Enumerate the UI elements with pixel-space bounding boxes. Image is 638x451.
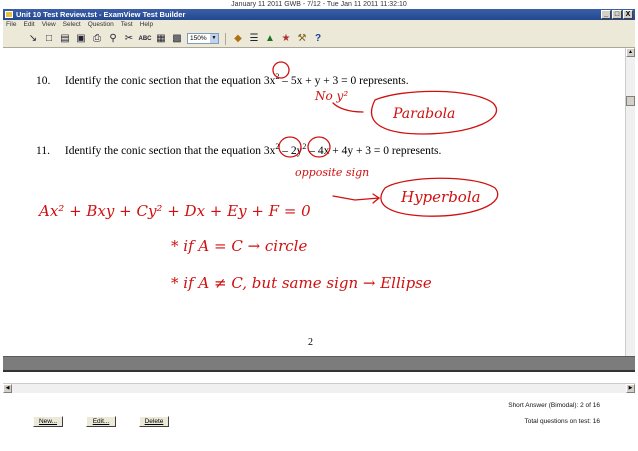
menu-help[interactable]: Help bbox=[140, 20, 153, 30]
toolbar-separator bbox=[225, 32, 226, 45]
question-type-status: Short Answer (Bimodal): 2 of 16 bbox=[508, 402, 600, 409]
window-titlebar[interactable]: Unit 10 Test Review.tst - ExamView Test … bbox=[3, 9, 635, 20]
print-icon[interactable]: ⎙ bbox=[91, 33, 103, 45]
circle-mark bbox=[278, 136, 302, 158]
zoom-select[interactable]: 150% ▼ bbox=[187, 33, 219, 44]
open-icon[interactable]: ▤ bbox=[59, 33, 71, 45]
edit-button[interactable]: Edit... bbox=[86, 416, 116, 427]
vertical-scrollbar[interactable]: ▲ bbox=[625, 48, 635, 356]
arrow-mark bbox=[332, 195, 380, 201]
sort-icon[interactable]: ▲ bbox=[264, 33, 276, 45]
find-icon[interactable]: ⚲ bbox=[107, 33, 119, 45]
app-icon bbox=[5, 11, 13, 18]
zoom-value: 150% bbox=[190, 35, 207, 42]
annotation-circle-rule: * if A = C → circle bbox=[171, 237, 307, 255]
menu-file[interactable]: File bbox=[6, 20, 16, 30]
annotation-general-form: Ax² + Bxy + Cy² + Dx + Ey + F = 0 bbox=[37, 202, 311, 220]
page-number: 2 bbox=[308, 337, 313, 348]
format-icon[interactable]: ◆ bbox=[232, 33, 244, 45]
spell-check-icon[interactable]: ABC bbox=[139, 33, 152, 45]
divider bbox=[3, 370, 635, 372]
annotation-ellipse-rule: * if A ≠ C, but same sign → Ellipse bbox=[171, 274, 432, 292]
cut-icon[interactable]: ✂ bbox=[123, 33, 135, 45]
menu-view[interactable]: View bbox=[42, 20, 56, 30]
chevron-down-icon: ▼ bbox=[210, 34, 218, 43]
toolbar: ↘ □ ▤ ▣ ⎙ ⚲ ✂ ABC ▦ ▩ 150% ▼ ◆ ☰ ▲ ★ ⚒ ? bbox=[3, 30, 635, 48]
scroll-up-icon[interactable]: ▲ bbox=[626, 48, 635, 57]
calculator-icon[interactable]: ▦ bbox=[155, 33, 167, 45]
new-icon[interactable]: □ bbox=[43, 33, 55, 45]
page-timestamp: January 11 2011 GWB - 7/12 - Tue Jan 11 … bbox=[231, 1, 407, 8]
handwritten-annotations: No y² Parabola opposite sign Hyperbola A… bbox=[37, 61, 499, 292]
help-icon[interactable]: ? bbox=[312, 33, 324, 45]
menu-question[interactable]: Question bbox=[88, 20, 114, 30]
save-icon[interactable]: ▣ bbox=[75, 33, 87, 45]
scroll-left-icon[interactable]: ◀ bbox=[3, 384, 12, 393]
annotation-opposite-sign: opposite sign bbox=[295, 166, 369, 179]
circle-mark bbox=[307, 136, 331, 158]
splitter-band bbox=[3, 356, 635, 370]
new-button[interactable]: New... bbox=[33, 416, 63, 427]
menu-edit[interactable]: Edit bbox=[23, 20, 34, 30]
annotation-no-y2: No y² bbox=[314, 89, 348, 103]
maximize-button[interactable]: □ bbox=[612, 10, 622, 19]
select-icon[interactable]: ↘ bbox=[27, 33, 39, 45]
circle-mark bbox=[272, 61, 290, 79]
document-area[interactable]: 10. Identify the conic section that the … bbox=[3, 48, 625, 356]
close-button[interactable]: X bbox=[623, 10, 633, 19]
menu-select[interactable]: Select bbox=[63, 20, 81, 30]
scroll-right-icon[interactable]: ▶ bbox=[626, 384, 635, 393]
arrow-mark bbox=[332, 102, 364, 113]
minimize-button[interactable]: _ bbox=[601, 10, 611, 19]
table-icon[interactable]: ▩ bbox=[171, 33, 183, 45]
delete-button[interactable]: Delete bbox=[139, 416, 169, 427]
scroll-thumb[interactable] bbox=[626, 96, 635, 106]
annotation-hyperbola: Hyperbola bbox=[400, 188, 481, 206]
tools-icon[interactable]: ⚒ bbox=[296, 33, 308, 45]
menu-test[interactable]: Test bbox=[121, 20, 133, 30]
list-icon[interactable]: ☰ bbox=[248, 33, 260, 45]
total-questions-status: Total questions on test: 16 bbox=[524, 418, 600, 425]
scramble-icon[interactable]: ★ bbox=[280, 33, 292, 45]
window-title: Unit 10 Test Review.tst - ExamView Test … bbox=[16, 10, 186, 19]
annotation-parabola: Parabola bbox=[392, 106, 455, 122]
menu-bar: File Edit View Select Question Test Help bbox=[3, 20, 635, 30]
horizontal-scrollbar[interactable]: ◀ ▶ bbox=[3, 383, 635, 393]
